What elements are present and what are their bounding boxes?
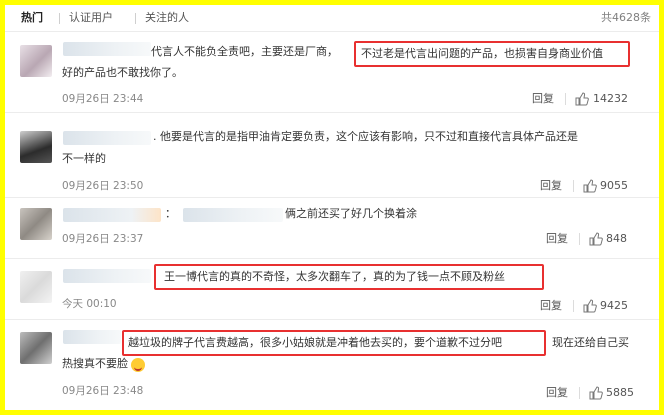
username-blurred[interactable] bbox=[63, 208, 161, 222]
thumbs-up-icon[interactable] bbox=[589, 232, 603, 246]
highlighted-text: 不过老是代言出问题的产品，也损害自身商业价值 bbox=[354, 41, 630, 67]
divider bbox=[579, 387, 580, 399]
reply-button[interactable]: 回复 bbox=[540, 179, 562, 193]
comment-item: 越垃圾的牌子代言费越高，很多小姑娘就是冲着他去买的，要个道歉不过分吧 现在还给自… bbox=[5, 320, 659, 410]
timestamp: 09月26日 23:37 bbox=[62, 233, 144, 245]
comment-panel: 热门 认证用户 关注的人 共4628条 代言人不能负全责吧，主要还是厂商， 不过… bbox=[5, 5, 659, 410]
reply-button[interactable]: 回复 bbox=[546, 232, 568, 246]
tab-following[interactable]: 关注的人 bbox=[145, 11, 189, 25]
comment-tabs: 热门 认证用户 关注的人 共4628条 bbox=[5, 5, 659, 32]
divider bbox=[579, 233, 580, 245]
avatar[interactable] bbox=[20, 45, 52, 77]
comment-total-count: 共4628条 bbox=[601, 11, 651, 24]
tab-hot[interactable]: 热门 bbox=[21, 11, 43, 25]
tab-divider bbox=[59, 13, 60, 24]
like-count: 9055 bbox=[600, 179, 628, 192]
timestamp: 09月26日 23:50 bbox=[62, 180, 144, 192]
like-count: 848 bbox=[606, 232, 627, 245]
comment-item: ： 俩之前还买了好几个换着涂 09月26日 23:37 回复 848 bbox=[5, 198, 659, 259]
username-blurred[interactable] bbox=[63, 131, 151, 145]
comment-colon: ： bbox=[165, 207, 176, 220]
thumbs-up-icon[interactable] bbox=[583, 179, 597, 193]
comment-text: 现在还给自己买 bbox=[552, 336, 629, 349]
username-blurred[interactable] bbox=[63, 330, 121, 344]
tab-divider bbox=[135, 13, 136, 24]
timestamp: 09月26日 23:44 bbox=[62, 93, 144, 105]
comment-text: 不一样的 bbox=[62, 152, 106, 165]
comment-text: 俩之前还买了好几个换着涂 bbox=[285, 207, 417, 220]
username-blurred[interactable] bbox=[63, 269, 151, 283]
like-count: 14232 bbox=[593, 92, 628, 105]
comment-text: . 他要是代言的是指甲油肯定要负责，这个应该有影响，只不过和直接代言具体产品还是 bbox=[153, 130, 578, 143]
thumbs-up-icon[interactable] bbox=[575, 92, 589, 106]
comment-text: 好的产品也不敢找你了。 bbox=[62, 66, 183, 79]
comment-item: . 他要是代言的是指甲油肯定要负责，这个应该有影响，只不过和直接代言具体产品还是… bbox=[5, 113, 659, 198]
avatar[interactable] bbox=[20, 131, 52, 163]
comment-text: 代言人不能负全责吧，主要还是厂商， bbox=[151, 45, 338, 58]
mentioned-user-blurred[interactable] bbox=[183, 208, 283, 222]
comment-item: 王一博代言的真的不奇怪，太多次翻车了，真的为了钱一点不顾及粉丝 今天 00:10… bbox=[5, 259, 659, 320]
highlighted-text: 越垃圾的牌子代言费越高，很多小姑娘就是冲着他去买的，要个道歉不过分吧 bbox=[122, 330, 546, 356]
comment-text: 热搜真不要脸 bbox=[62, 357, 128, 370]
like-count: 9425 bbox=[600, 299, 628, 312]
username-blurred[interactable] bbox=[63, 42, 151, 56]
divider bbox=[573, 300, 574, 312]
tab-verified-users[interactable]: 认证用户 bbox=[69, 11, 113, 25]
divider bbox=[573, 180, 574, 192]
highlighted-text: 王一博代言的真的不奇怪，太多次翻车了，真的为了钱一点不顾及粉丝 bbox=[154, 264, 544, 290]
avatar[interactable] bbox=[20, 208, 52, 240]
laughing-emoji-icon bbox=[131, 358, 145, 372]
reply-button[interactable]: 回复 bbox=[540, 299, 562, 313]
thumbs-up-icon[interactable] bbox=[589, 386, 603, 400]
avatar[interactable] bbox=[20, 271, 52, 303]
divider bbox=[565, 93, 566, 105]
reply-button[interactable]: 回复 bbox=[532, 92, 554, 106]
like-count: 5885 bbox=[606, 386, 634, 399]
timestamp: 今天 00:10 bbox=[62, 298, 117, 310]
comment-item: 代言人不能负全责吧，主要还是厂商， 不过老是代言出问题的产品，也损害自身商业价值… bbox=[5, 32, 659, 113]
timestamp: 09月26日 23:48 bbox=[62, 385, 144, 397]
thumbs-up-icon[interactable] bbox=[583, 299, 597, 313]
reply-button[interactable]: 回复 bbox=[546, 386, 568, 400]
avatar[interactable] bbox=[20, 332, 52, 364]
